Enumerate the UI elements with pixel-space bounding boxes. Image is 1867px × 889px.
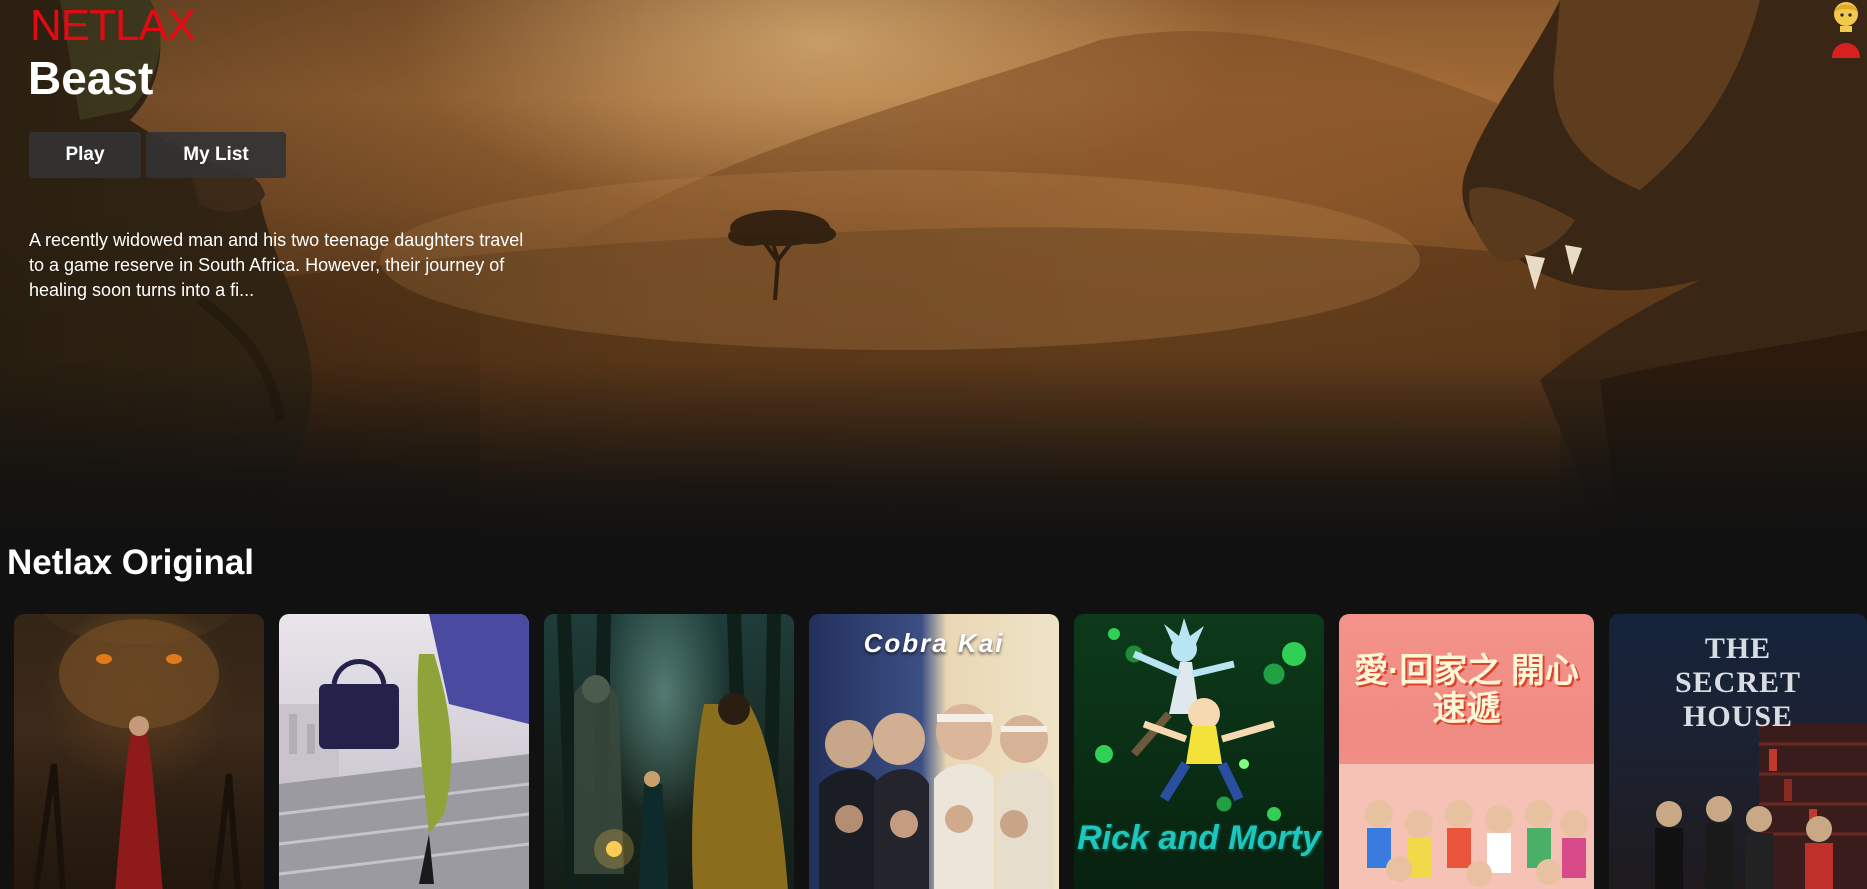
- poster-card[interactable]: [279, 614, 529, 889]
- poster-card[interactable]: Rick and Morty: [1074, 614, 1324, 889]
- poster-card[interactable]: [544, 614, 794, 889]
- hero-description: A recently widowed man and his two teena…: [29, 230, 524, 300]
- play-button[interactable]: Play: [29, 132, 141, 178]
- poster-row: Cobra Kai Rick and Morty 愛·回家之 開心速遞 THE …: [14, 614, 1867, 889]
- hero-actions: Play My List: [29, 132, 286, 178]
- poster-card[interactable]: [14, 614, 264, 889]
- my-list-button[interactable]: My List: [146, 132, 286, 178]
- poster-card[interactable]: THE SECRET HOUSE: [1609, 614, 1867, 889]
- poster-title: THE SECRET HOUSE: [1674, 632, 1802, 733]
- row-title: Netlax Original: [7, 543, 255, 582]
- poster-art: [279, 614, 529, 889]
- netlax-home-page: NETLAX Beast Play My List A recently wid…: [0, 0, 1867, 889]
- poster-card[interactable]: 愛·回家之 開心速遞: [1339, 614, 1594, 889]
- netlax-logo[interactable]: NETLAX: [30, 0, 196, 52]
- hero-banner: NETLAX Beast Play My List A recently wid…: [0, 0, 1867, 540]
- hero-title: Beast: [28, 52, 154, 104]
- poster-art: [14, 614, 264, 889]
- poster-art: [557, 614, 788, 889]
- poster-title: 愛·回家之 開心速遞: [1354, 652, 1579, 728]
- poster-card[interactable]: Cobra Kai: [809, 614, 1059, 889]
- poster-title: Rick and Morty: [1077, 819, 1321, 857]
- poster-title: Cobra Kai: [863, 628, 1005, 658]
- user-avatar-icon[interactable]: [1828, 0, 1864, 60]
